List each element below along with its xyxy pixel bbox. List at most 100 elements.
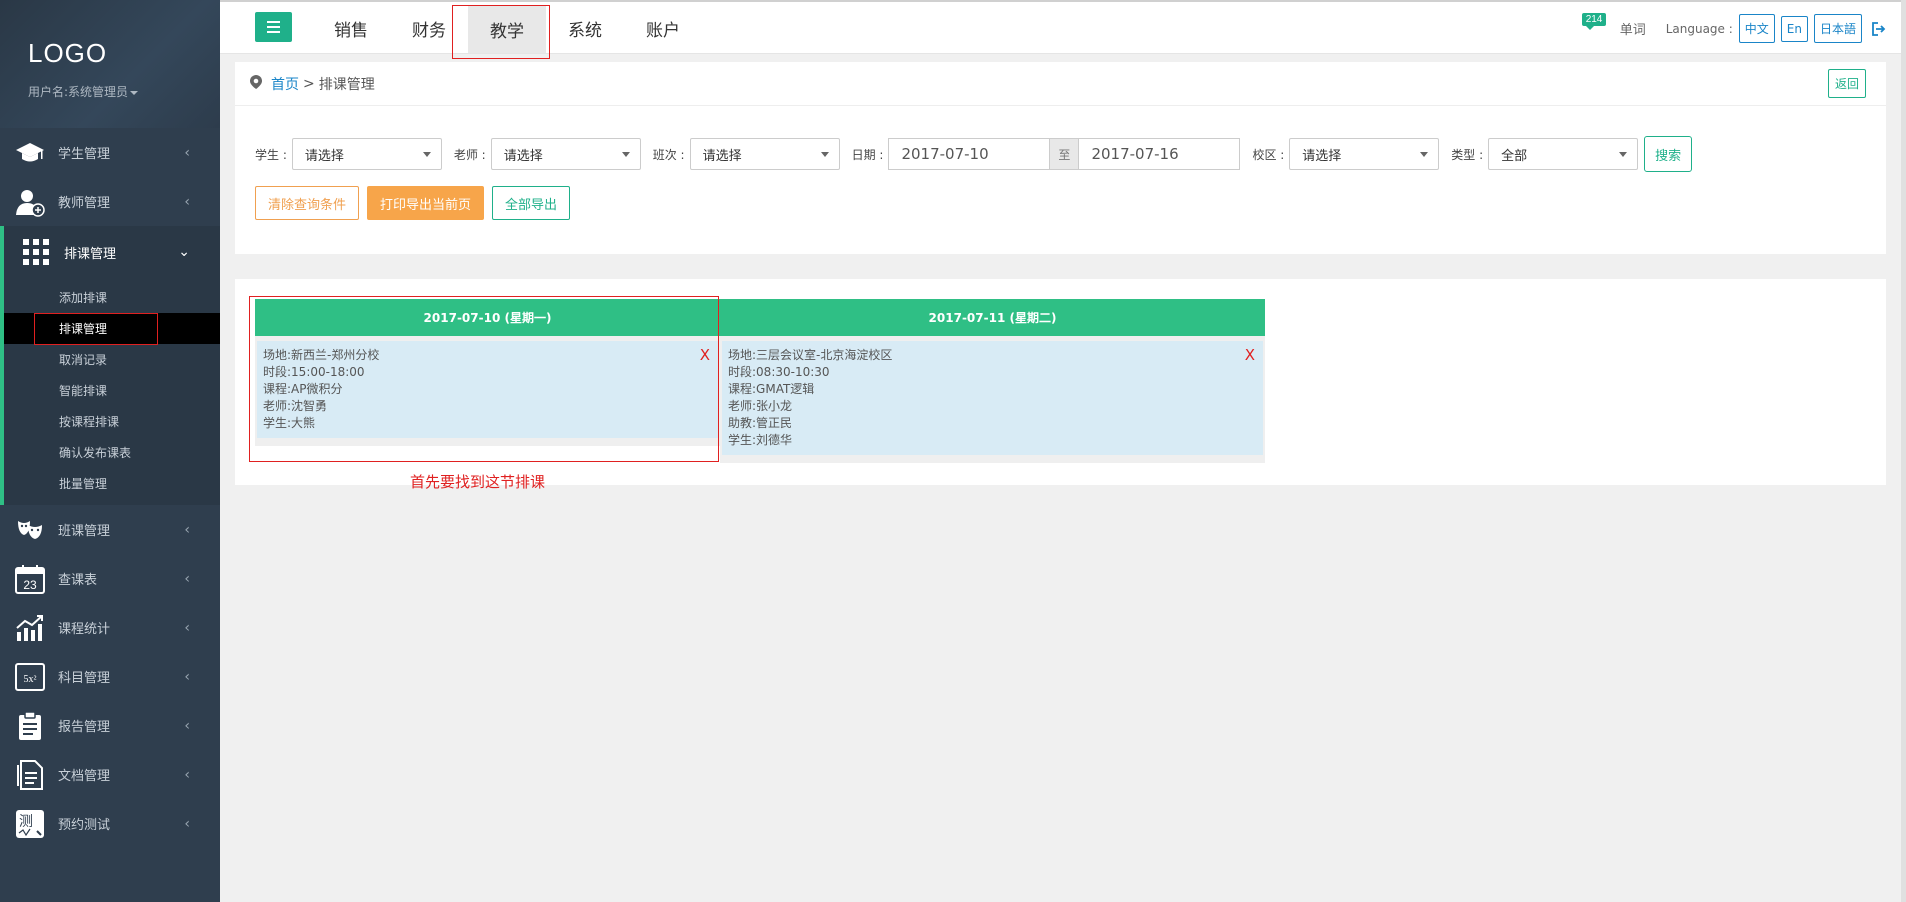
svg-text:测: 测 [19, 814, 33, 830]
lang-chinese-button[interactable]: 中文 [1738, 14, 1775, 43]
top-nav: 销售 财务 教学 系统 账户 [312, 2, 702, 59]
words-link[interactable]: 单词 [1620, 19, 1646, 38]
sidebar-nav-lower: 班课管理 ‹ 23 查课表 ‹ 课程统计 ‹ 5x² 科目管理 ‹ 报告管理 ‹… [0, 505, 220, 848]
date-range: 2017-07-10 至 2017-07-16 [888, 138, 1241, 170]
chevron-left-icon: ‹ [184, 717, 190, 734]
graduation-cap-icon [14, 137, 46, 169]
teacher-icon [14, 186, 46, 218]
clipboard-icon [14, 710, 46, 742]
clear-filters-button[interactable]: 清除查询条件 [255, 186, 360, 220]
message-button[interactable]: 214 [1574, 12, 1614, 43]
chevron-left-icon: ‹ [184, 815, 190, 832]
dropdown-arrow-icon [422, 152, 431, 157]
type-select[interactable]: 全部 [1488, 138, 1639, 170]
chevron-left-icon: ‹ [184, 193, 190, 210]
submenu-smart-schedule[interactable]: 智能排课 [4, 375, 220, 406]
search-button[interactable]: 搜索 [1644, 136, 1693, 172]
scheduling-submenu: 添加排课 排课管理 取消记录 智能排课 按课程排课 确认发布课表 批量管理 [0, 278, 220, 505]
breadcrumb-separator: > [303, 75, 315, 92]
filter-panel: 学生 : 请选择 老师 : 请选择 班次 : 请选择 日期 : 2017-07-… [235, 106, 1886, 254]
theater-masks-icon [14, 514, 46, 546]
chevron-left-icon: ‹ [184, 668, 190, 685]
chevron-left-icon: ‹ [184, 144, 190, 161]
dropdown-arrow-icon [1420, 152, 1429, 157]
tab-teaching[interactable]: 教学 [452, 5, 550, 59]
chart-icon [14, 612, 46, 644]
tab-system[interactable]: 系统 [546, 2, 624, 54]
sidebar-item-teachers[interactable]: 教师管理 ‹ [0, 177, 220, 226]
day-column: 2017-07-11 (星期二) X 场地:三层会议室-北京海淀校区 时段:08… [720, 299, 1265, 463]
day-header: 2017-07-11 (星期二) [720, 299, 1265, 336]
date-label: 日期 : [851, 147, 884, 162]
print-export-page-button[interactable]: 打印导出当前页 [367, 186, 485, 220]
sidebar-item-subjects[interactable]: 5x² 科目管理 ‹ [0, 652, 220, 701]
delete-lesson-button[interactable]: X [1245, 347, 1255, 364]
test-icon: 测 [14, 808, 46, 840]
sidebar-header: LOGO 用户名:系统管理员 [0, 0, 220, 128]
submenu-add-schedule[interactable]: 添加排课 [4, 282, 220, 313]
campus-label: 校区 : [1252, 147, 1285, 162]
date-range-separator: 至 [1049, 139, 1080, 169]
sidebar-item-reports[interactable]: 报告管理 ‹ [0, 701, 220, 750]
chevron-down-icon: ⌄ [178, 244, 190, 260]
chevron-left-icon: ‹ [184, 521, 190, 538]
date-to-input[interactable]: 2017-07-16 [1079, 139, 1239, 169]
class-select-value: 请选择 [702, 148, 742, 164]
type-select-value: 全部 [1501, 148, 1528, 164]
logo: LOGO [28, 38, 108, 68]
submenu-confirm-publish[interactable]: 确认发布课表 [4, 437, 220, 468]
user-menu[interactable]: 用户名:系统管理员 [28, 83, 220, 100]
lesson-card[interactable]: X 场地:三层会议室-北京海淀校区 时段:08:30-10:30 课程:GMAT… [722, 341, 1263, 455]
class-label: 班次 : [652, 147, 685, 162]
caret-down-icon [130, 90, 139, 95]
topbar-right: 214 单词 Language : 中文 En 日本語 [1574, 12, 1886, 43]
annotation-highlight-box [249, 296, 719, 462]
hamburger-menu-button[interactable] [255, 12, 292, 42]
sidebar-item-scheduling[interactable]: 排课管理 ⌄ [0, 226, 220, 278]
annotation-note: 首先要找到这节排课 [410, 473, 546, 491]
sidebar-item-course-stats[interactable]: 课程统计 ‹ [0, 603, 220, 652]
sidebar-item-label: 报告管理 [58, 720, 111, 735]
submenu-schedule-by-course[interactable]: 按课程排课 [4, 406, 220, 437]
teacher-select[interactable]: 请选择 [490, 138, 641, 170]
tab-account[interactable]: 账户 [624, 2, 702, 54]
message-count-badge: 214 [1581, 12, 1607, 30]
logout-icon[interactable] [1872, 21, 1886, 36]
submenu-cancel-records[interactable]: 取消记录 [4, 344, 220, 375]
lesson-time: 时段:08:30-10:30 [728, 365, 830, 379]
sidebar-item-classes[interactable]: 班课管理 ‹ [0, 505, 220, 554]
lang-japanese-button[interactable]: 日本語 [1813, 14, 1862, 43]
lesson-assistant: 助教:管正民 [728, 416, 793, 430]
submenu-batch-management[interactable]: 批量管理 [4, 468, 220, 499]
calendar-icon: 23 [14, 563, 46, 595]
grid-icon [20, 236, 52, 268]
submenu-schedule-management[interactable]: 排课管理 [4, 313, 220, 345]
sidebar-item-documents[interactable]: 文档管理 ‹ [0, 750, 220, 799]
lang-english-button[interactable]: En [1780, 15, 1808, 42]
lesson-student: 学生:刘德华 [728, 433, 793, 447]
dropdown-arrow-icon [820, 152, 829, 157]
export-all-button[interactable]: 全部导出 [492, 186, 571, 220]
sidebar-item-timetable[interactable]: 23 查课表 ‹ [0, 554, 220, 603]
class-select[interactable]: 请选择 [689, 138, 840, 170]
sidebar-item-label: 预约测试 [58, 818, 111, 833]
scrollbar[interactable] [1901, 0, 1906, 902]
teacher-label: 老师 : [453, 147, 486, 162]
sidebar-item-booking-test[interactable]: 测 预约测试 ‹ [0, 799, 220, 848]
schedule-panel: 2017-07-10 (星期一) X 场地:新西兰-郑州分校 时段:15:00-… [235, 279, 1886, 491]
document-icon [14, 759, 46, 791]
username-label: 用户名:系统管理员 [28, 85, 129, 99]
breadcrumb-home-link[interactable]: 首页 [271, 74, 299, 94]
sidebar-item-students[interactable]: 学生管理 ‹ [0, 128, 220, 177]
sidebar-item-label: 文档管理 [58, 769, 111, 784]
tab-sales[interactable]: 销售 [312, 2, 390, 54]
chevron-left-icon: ‹ [184, 619, 190, 636]
date-from-input[interactable]: 2017-07-10 [889, 139, 1049, 169]
back-button[interactable]: 返回 [1827, 69, 1866, 98]
svg-text:5x²: 5x² [24, 674, 37, 685]
student-select[interactable]: 请选择 [291, 138, 442, 170]
sidebar-item-label: 查课表 [58, 573, 98, 588]
lesson-venue: 场地:三层会议室-北京海淀校区 [728, 348, 893, 362]
campus-select[interactable]: 请选择 [1289, 138, 1440, 170]
breadcrumb-current: 排课管理 [318, 76, 375, 93]
